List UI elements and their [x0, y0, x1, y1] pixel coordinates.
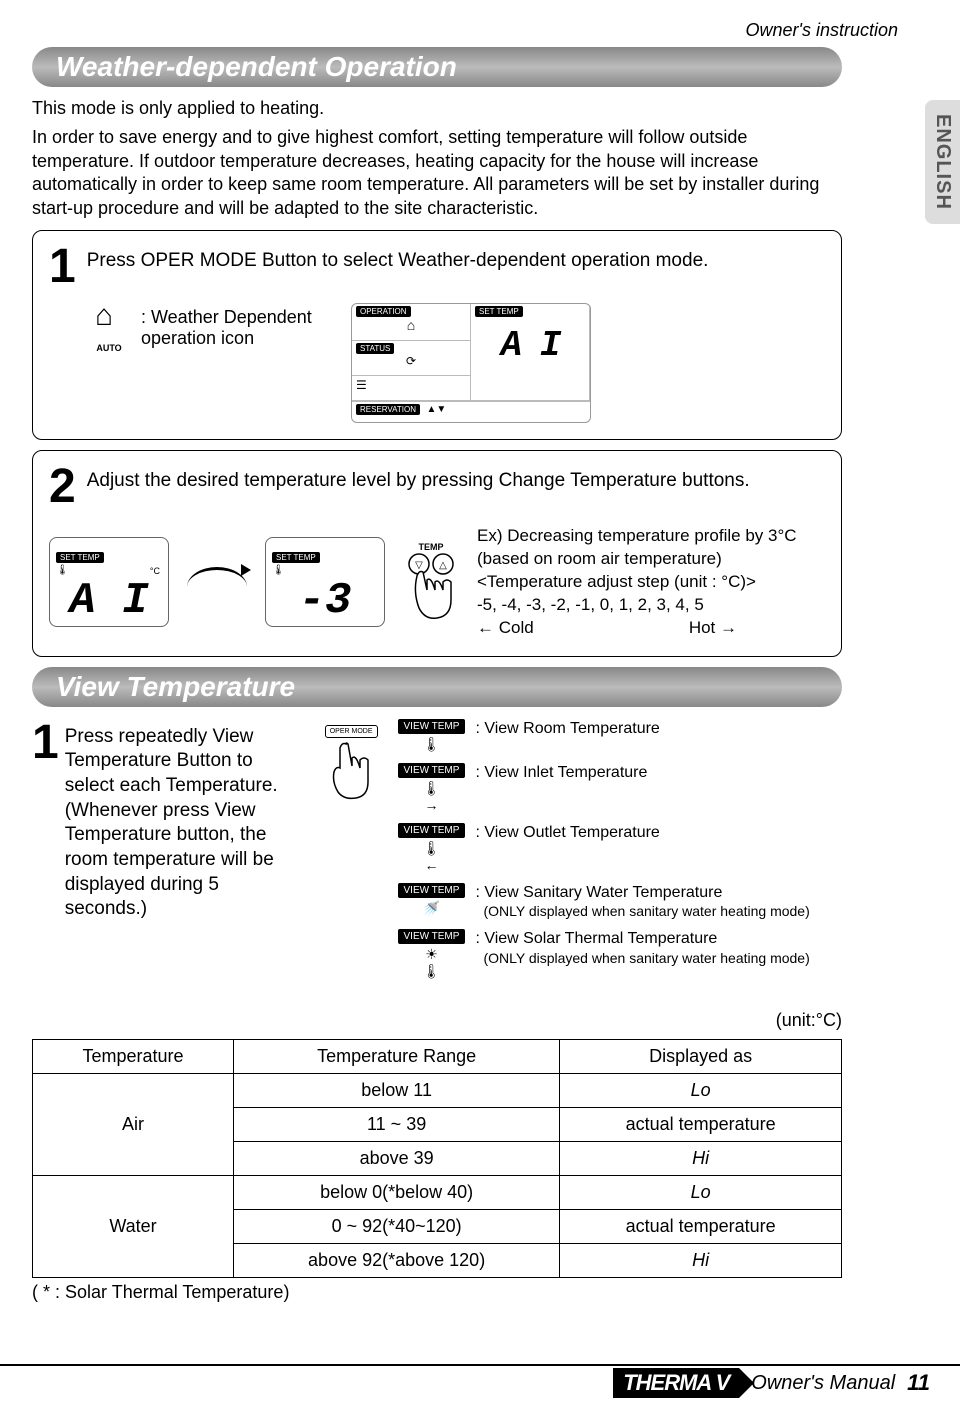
td-water-r2: 0 ~ 92(*40~120)	[233, 1210, 559, 1244]
step-1-box: 1 Press OPER MODE Button to select Weath…	[32, 230, 842, 440]
hand-press-icon: ▽ △	[403, 552, 459, 622]
view-sanitary-temp-sub: (ONLY displayed when sanitary water heat…	[483, 903, 809, 919]
page-footer: THERMA V Owner's Manual 11	[613, 1368, 930, 1398]
house-auto-icon	[89, 303, 129, 343]
deg-c-label: °C	[150, 566, 160, 576]
view-temp-badge-5: VIEW TEMP	[398, 929, 466, 944]
td-air-r1: below 11	[233, 1074, 559, 1108]
view-room-temp-label: : View Room Temperature	[475, 719, 659, 740]
page-category: Owner's instruction	[32, 20, 928, 41]
oper-mode-button-illustration: OPER MODE	[325, 725, 378, 738]
explain-line-2: (based on room air temperature)	[477, 548, 797, 571]
auto-label: AUTO	[96, 343, 121, 353]
td-water: Water	[33, 1176, 234, 1278]
mini-settemp-1: SET TEMP	[56, 552, 104, 563]
mini-value-1: A I	[56, 576, 162, 626]
language-tab: ENGLISH	[925, 100, 960, 224]
thermometer-outlet-icon: 🌡←	[421, 840, 441, 873]
step-2-text: Adjust the desired temperature level by …	[87, 469, 750, 494]
view-sanitary-temp-label: : View Sanitary Water Temperature	[475, 883, 809, 904]
temp-label: TEMP	[418, 542, 443, 552]
view-step-number-1: 1	[32, 719, 59, 767]
td-water-r1: below 0(*below 40)	[233, 1176, 559, 1210]
cold-label: ← Cold	[477, 617, 534, 640]
hand-press-single-icon	[328, 738, 374, 800]
table-footnote: ( * : Solar Thermal Temperature)	[32, 1282, 928, 1303]
mini-panel-after: SET TEMP 🌡 -3	[265, 537, 385, 627]
mini-panel-before: SET TEMP 🌡 °C A I	[49, 537, 169, 627]
step2-explanation: Ex) Decreasing temperature profile by 3°…	[477, 525, 797, 640]
view-temp-list: VIEW TEMP 🌡 : View Room Temperature VIEW…	[398, 719, 843, 991]
transition-arrow-icon	[187, 567, 247, 607]
lcd-reservation-header: RESERVATION	[356, 404, 420, 415]
intro-text-2: In order to save energy and to give high…	[32, 126, 832, 220]
temp-button-illustration: TEMP ▽ △	[403, 542, 459, 622]
step-2-box: 2 Adjust the desired temperature level b…	[32, 450, 842, 657]
hot-label: Hot →	[689, 617, 737, 640]
td-water-d2: actual temperature	[560, 1210, 842, 1244]
view-step-1-text: Press repeatedly View Temperature Button…	[65, 725, 305, 923]
svg-text:▽: ▽	[415, 560, 423, 571]
weather-icon-label: : Weather Dependent operation icon	[141, 307, 321, 349]
td-water-d3: Hi	[560, 1244, 842, 1278]
intro-text-1: This mode is only applied to heating.	[32, 97, 832, 120]
th-temperature: Temperature	[33, 1040, 234, 1074]
thermometer-inlet-icon: 🌡→	[421, 780, 441, 813]
view-temp-badge-1: VIEW TEMP	[398, 719, 466, 734]
owners-manual-label: Owner's Manual	[751, 1372, 895, 1395]
td-water-r3: above 92(*above 120)	[233, 1244, 559, 1278]
step-1-text: Press OPER MODE Button to select Weather…	[87, 249, 709, 274]
mini-value-2: -3	[272, 576, 378, 626]
mini-settemp-2: SET TEMP	[272, 552, 320, 563]
view-temp-badge-4: VIEW TEMP	[398, 883, 466, 898]
th-range: Temperature Range	[233, 1040, 559, 1074]
view-solar-temp-sub: (ONLY displayed when sanitary water heat…	[483, 950, 809, 966]
lcd-display-panel: OPERATION ⌂ SET TEMP A I STATUS ⟳ ☰ RESE…	[351, 303, 591, 423]
footer-divider	[0, 1364, 960, 1366]
view-outlet-temp-label: : View Outlet Temperature	[475, 823, 659, 844]
view-temp-badge-3: VIEW TEMP	[398, 823, 466, 838]
lcd-operation-header: OPERATION	[356, 306, 411, 317]
td-air-r2: 11 ~ 39	[233, 1108, 559, 1142]
lcd-status-header: STATUS	[356, 343, 394, 354]
td-air-r3: above 39	[233, 1142, 559, 1176]
unit-label: (unit:°C)	[32, 1010, 842, 1031]
td-air-d1: Lo	[560, 1074, 842, 1108]
sun-thermometer-icon: ☀🌡	[421, 946, 441, 980]
brand-logo: THERMA V	[613, 1368, 739, 1398]
td-air-d3: Hi	[560, 1142, 842, 1176]
explain-line-3: <Temperature adjust step (unit : °C)>	[477, 571, 797, 594]
faucet-icon: 🚿	[421, 900, 441, 917]
step-number-1: 1	[49, 243, 76, 291]
thermometer-room-icon: 🌡	[421, 736, 441, 753]
view-inlet-temp-label: : View Inlet Temperature	[475, 763, 647, 784]
th-displayed: Displayed as	[560, 1040, 842, 1074]
section-heading-weather: Weather-dependent Operation	[32, 47, 842, 87]
td-air: Air	[33, 1074, 234, 1176]
view-solar-temp-label: : View Solar Thermal Temperature	[475, 929, 809, 950]
step-number-2: 2	[49, 463, 76, 511]
td-air-d2: actual temperature	[560, 1108, 842, 1142]
explain-line-1: Ex) Decreasing temperature profile by 3°…	[477, 525, 797, 548]
section-heading-viewtemp: View Temperature	[32, 667, 842, 707]
svg-text:△: △	[439, 560, 447, 571]
lcd-settemp-header: SET TEMP	[475, 306, 523, 317]
temperature-range-table: Temperature Temperature Range Displayed …	[32, 1039, 842, 1278]
td-water-d1: Lo	[560, 1176, 842, 1210]
lcd-settemp-value: A I	[475, 325, 585, 366]
explain-line-4: -5, -4, -3, -2, -1, 0, 1, 2, 3, 4, 5	[477, 594, 797, 617]
view-temp-badge-2: VIEW TEMP	[398, 763, 466, 778]
page-number: 11	[907, 1370, 930, 1396]
